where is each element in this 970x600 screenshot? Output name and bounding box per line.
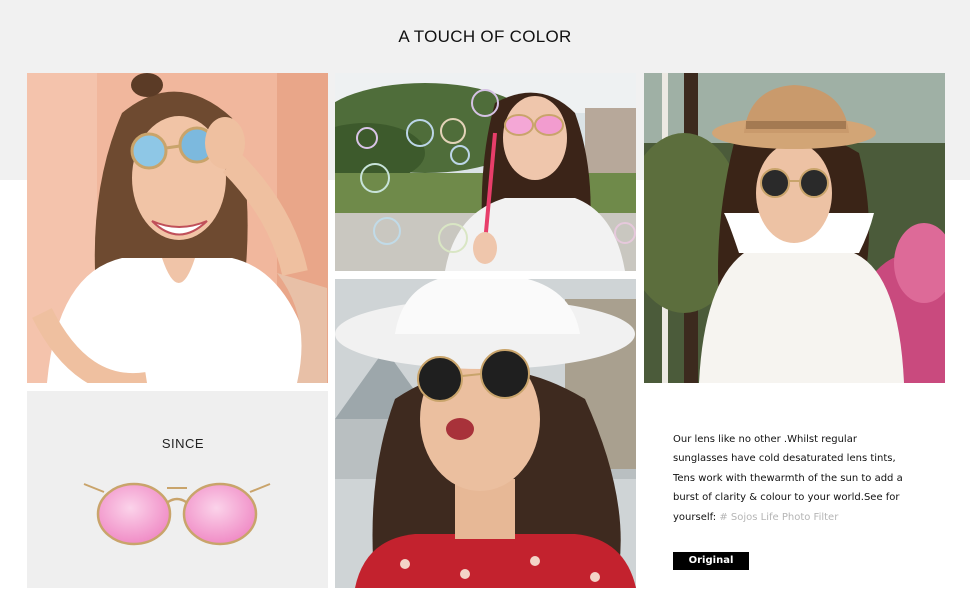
lifestyle-photo-4 <box>335 279 636 588</box>
pink-sunglasses-icon <box>83 482 271 546</box>
product-card: SINCE <box>27 391 328 588</box>
description-line: sunglasses have cold desaturated lens ti… <box>673 453 896 465</box>
description-text: Our lens like no other .Whilst regular s… <box>673 430 923 527</box>
lifestyle-photo-1 <box>27 73 328 383</box>
original-badge: Original <box>673 552 749 570</box>
page-title: A TOUCH OF COLOR <box>398 27 572 46</box>
description-line: Tens work with thewarmth of the sun to a… <box>673 472 903 484</box>
product-label: SINCE <box>161 436 205 451</box>
description-line: Our lens like no other .Whilst regular <box>673 434 857 445</box>
photo-filter-tag: # Sojos Life Photo Filter <box>719 511 839 523</box>
lifestyle-photo-2 <box>335 73 636 271</box>
description-lead: yourself: <box>673 511 720 523</box>
description-line: burst of clarity & colour to your world.… <box>673 492 900 504</box>
description-line-last: yourself: # Sojos Life Photo Filter <box>673 508 923 527</box>
lifestyle-photo-3 <box>644 73 945 383</box>
